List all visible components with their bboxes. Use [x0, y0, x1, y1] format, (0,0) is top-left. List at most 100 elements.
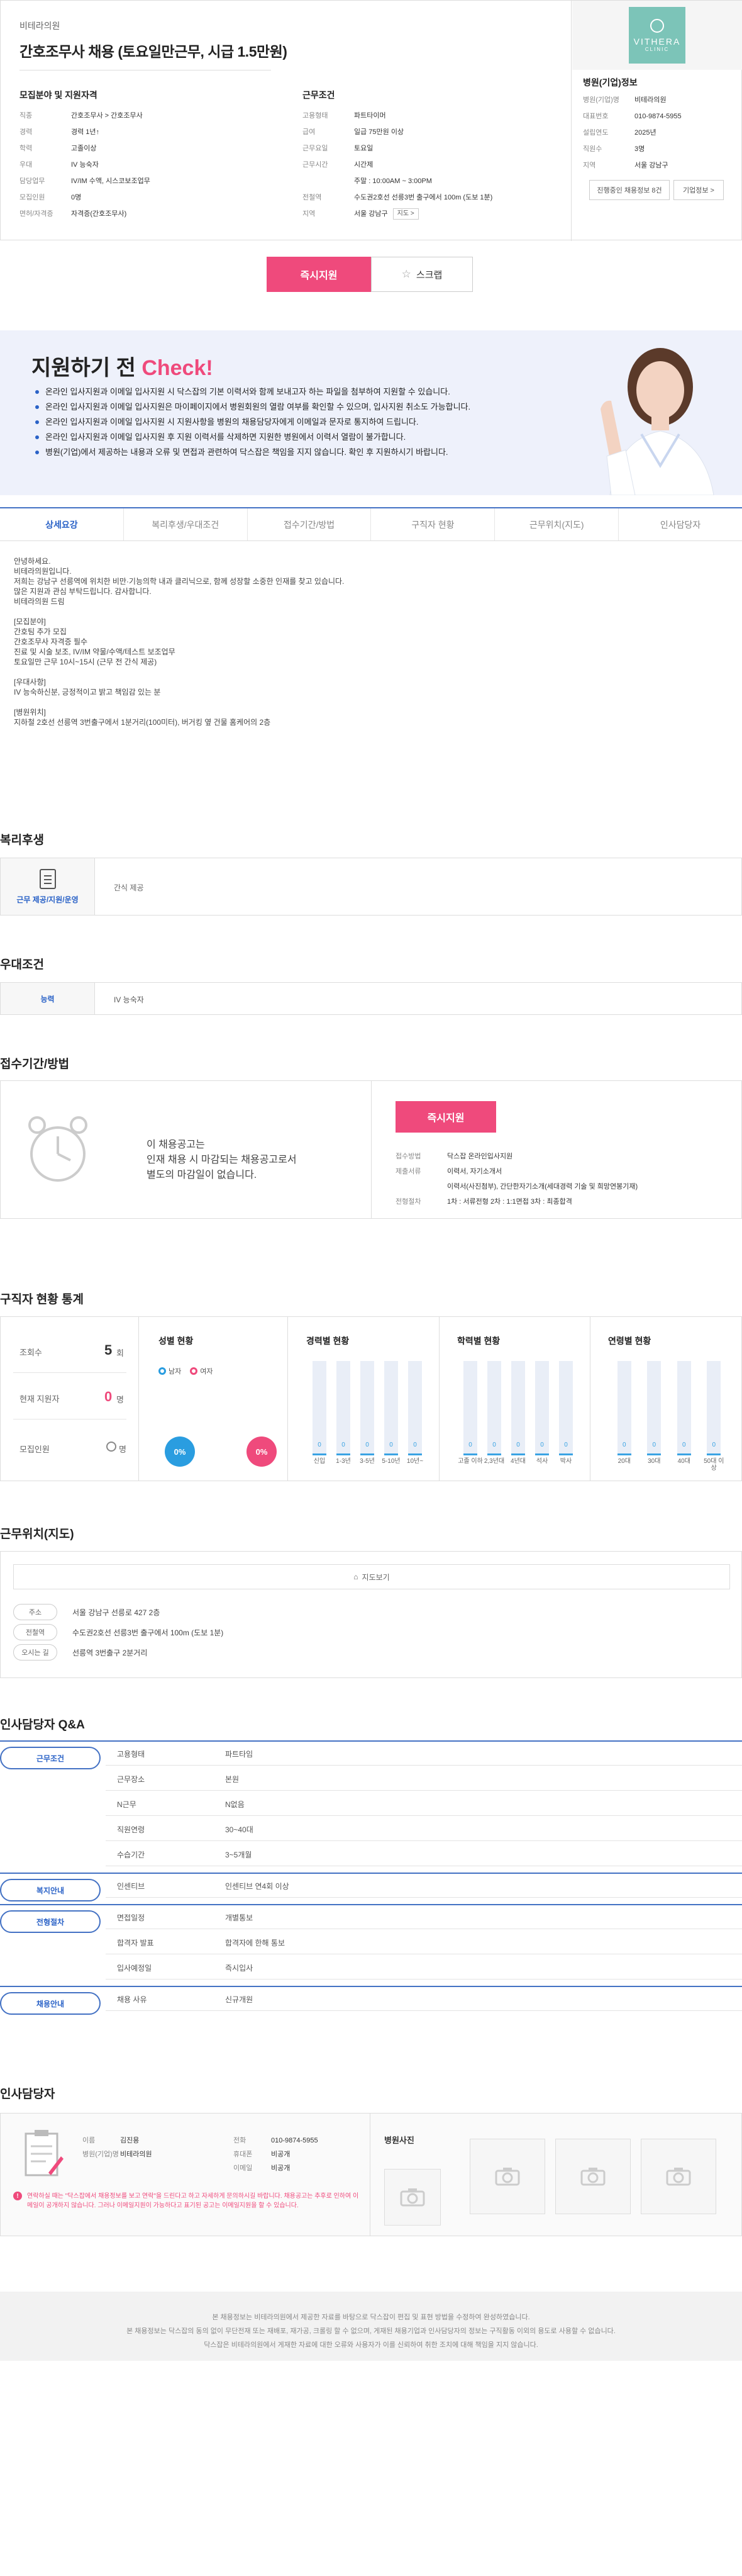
manager-key: 이름 — [82, 2137, 96, 2144]
location-row: 주소 서울 강남구 선릉로 427 2층 — [13, 1602, 730, 1622]
footer-line: 닥스잡은 비테라의원에서 게재한 자료에 대한 오류와 사용자가 이를 신뢰하여… — [204, 2341, 538, 2349]
camera-icon — [580, 2166, 606, 2188]
tab-1[interactable]: 복리후생/우대조건 — [124, 508, 248, 540]
receipt-value: 1차 : 서류전형 2차 : 1:1면접 3차 : 최종합격 — [447, 1198, 572, 1206]
detail-line: [병원위치] — [14, 708, 46, 717]
edu-bar — [463, 1453, 477, 1455]
detail-line: 토요일만 근무 10시~15시 (근무 전 간식 제공) — [14, 658, 157, 666]
work-row: 급여 일급 75만원 이상 — [302, 124, 554, 140]
work-section-title: 근무조건 — [302, 90, 335, 100]
ongoing-jobs-button[interactable]: 진행중인 채용정보 8건 — [589, 180, 670, 200]
views-count: 5 — [104, 1342, 113, 1358]
age-chart-title: 연령별 현황 — [608, 1336, 651, 1346]
tab-3[interactable]: 구직자 현황 — [371, 508, 496, 540]
company-row: 지역 서울 강남구 — [583, 157, 734, 174]
company-section-title: 병원(기업)정보 — [583, 77, 638, 87]
female-percent: 0% — [246, 1436, 277, 1467]
career-bar-value: 0 — [318, 1442, 321, 1448]
female-legend: 여자 — [200, 1368, 213, 1375]
benefit-category: 근무 제공/지원/운영 — [1, 858, 95, 915]
check-item-text: 온라인 입사지원과 이메일 입사지원은 마이페이지에서 병원회원의 열람 여부를… — [45, 402, 471, 412]
logo-emblem-icon — [650, 18, 664, 33]
detail-line: 지하철 2호선 선릉역 3번출구에서 1분거리(100미터), 버거킹 옆 건물… — [14, 718, 271, 727]
warning-icon: ! — [13, 2192, 22, 2200]
map-view-button[interactable]: ⌂ 지도보기 — [13, 1564, 730, 1589]
location-key: 주소 — [13, 1604, 57, 1620]
age-bar — [707, 1453, 721, 1455]
company-key: 대표번호 — [583, 113, 609, 120]
manager-value: 비공개 — [271, 2164, 291, 2172]
recruit-value: 고졸이상 — [71, 145, 97, 152]
qa-category-3[interactable]: 채용안내 — [0, 1992, 101, 2015]
camera-icon — [400, 2187, 425, 2209]
map-icon: ⌂ — [353, 1572, 358, 1581]
age-tick-label: 20대 — [617, 1458, 631, 1465]
qa-row: N근무 N없음 — [106, 1791, 742, 1816]
receipt-key: 제출서류 — [396, 1168, 421, 1175]
detail-line: 간호팀 추가 모집 — [14, 627, 67, 636]
qa-category-2[interactable]: 전형절차 — [0, 1910, 101, 1933]
check-item: 온라인 입사지원과 이메일 입사지원 후 지원 이력서를 삭제하면 지원한 병원… — [35, 430, 579, 445]
work-value: 주말 : 10:00AM ~ 3:00PM — [354, 177, 432, 185]
check-item: 온라인 입사지원과 이메일 입사지원은 마이페이지에서 병원회원의 열람 여부를… — [35, 400, 579, 415]
job-title: 간호조무사 채용 (토요일만근무, 시급 1.5만원) — [19, 43, 287, 60]
qa-answer: 본원 — [225, 1775, 240, 1784]
company-info-button[interactable]: 기업정보 > — [673, 180, 724, 200]
prefer-box: 능력 IV 능숙자 — [0, 982, 742, 1015]
tab-2[interactable]: 접수기간/방법 — [248, 508, 372, 540]
recruit-value: IV 능숙자 — [71, 161, 99, 169]
company-value: 3명 — [634, 145, 645, 153]
company-row: 대표번호 010-9874-5955 — [583, 108, 734, 125]
edu-tick-label: 4년대 — [511, 1458, 526, 1465]
tab-0[interactable]: 상세요강 — [0, 508, 124, 540]
qa-row: 직원연령 30~40대 — [106, 1816, 742, 1841]
map-button[interactable]: 지도 > — [392, 208, 419, 220]
edu-tick-label: 박사 — [560, 1458, 572, 1465]
manager-left-table: 이름 김진용 병원(기업)명 비테라의원 — [82, 2134, 208, 2161]
applicants-unit: 명 — [116, 1395, 124, 1404]
detail-content: 안녕하세요. 비테라의원입니다. 저희는 강남구 선릉역에 위치한 비만·기능의학 … — [14, 556, 580, 727]
qa-category-0[interactable]: 근무조건 — [0, 1747, 101, 1769]
age-tick-label: 30대 — [648, 1458, 661, 1465]
career-bar-value: 0 — [341, 1442, 345, 1448]
check-item: 병원(기업)에서 제공하는 내용과 오류 및 면접과 관련하여 닥스잡은 책임을… — [35, 445, 579, 460]
manager-card-icon — [23, 2129, 65, 2180]
career-tick-label: 1-3년 — [336, 1458, 351, 1465]
age-tick-label: 50대 이상 — [704, 1458, 724, 1472]
benefit-value: 간식 제공 — [114, 883, 144, 892]
tab-5[interactable]: 인사담당자 — [619, 508, 742, 540]
recruit-key: 모집인원 — [19, 194, 45, 201]
qa-row: 수습기간 3~5개월 — [106, 1841, 742, 1866]
manager-value: 비테라의원 — [120, 2151, 152, 2158]
footer-notice: 본 채용정보는 비테라의원에서 제공한 자료를 바탕으로 닥스잡이 편집 및 표… — [0, 2292, 742, 2361]
manager-value: 김진용 — [120, 2137, 140, 2144]
qa-row: 인센티브 인센티브 연4회 이상 — [106, 1873, 742, 1898]
scrap-button[interactable]: ☆ 스크랩 — [371, 257, 473, 292]
male-legend: 남자 — [169, 1368, 182, 1375]
clock-illustration-icon — [23, 1111, 92, 1187]
benefit-category-label: 근무 제공/지원/운영 — [16, 895, 79, 904]
company-row: 병원(기업)명 비테라의원 — [583, 92, 734, 108]
qa-answer: 30~40대 — [225, 1825, 253, 1834]
qa-row: 입사예정일 즉시입사 — [106, 1954, 742, 1980]
qa-category-1[interactable]: 복지안내 — [0, 1879, 101, 1901]
manager-row: 휴대폰 비공개 — [233, 2148, 359, 2161]
check-item-text: 병원(기업)에서 제공하는 내용과 오류 및 면접과 관련하여 닥스잡은 책임을… — [45, 447, 448, 457]
job-summary-panel: 비테라의원 간호조무사 채용 (토요일만근무, 시급 1.5만원) 모집분야 및… — [0, 0, 742, 241]
check-list: 온라인 입사지원과 이메일 입사지원 시 닥스잡의 기본 이력서와 함께 보내고… — [0, 384, 579, 460]
apply-now-button[interactable]: 즉시지원 — [267, 257, 371, 292]
receipt-apply-button[interactable]: 즉시지원 — [396, 1101, 496, 1133]
tab-4[interactable]: 근무위치(지도) — [495, 508, 619, 540]
company-logo-area: VITHERA CLINIC — [572, 1, 742, 70]
gender-stats: 성별 현황 남자 여자 0% 0% — [140, 1317, 288, 1481]
company-value: 서울 강남구 — [634, 162, 668, 169]
work-value: 토요일 — [354, 145, 374, 152]
edu-bar — [511, 1453, 525, 1455]
edu-tick-label: 2,3년대 — [484, 1458, 505, 1465]
hospital-name[interactable]: 비테라의원 — [19, 20, 60, 32]
qa-answer: 3~5개월 — [225, 1851, 252, 1859]
recruit-key: 우대 — [19, 161, 33, 169]
work-row: 전철역 수도권2호선 선릉3번 출구에서 100m (도보 1분) — [302, 189, 554, 206]
age-bar-value: 0 — [652, 1442, 656, 1448]
recruit-row: 우대 IV 능숙자 — [19, 157, 271, 173]
